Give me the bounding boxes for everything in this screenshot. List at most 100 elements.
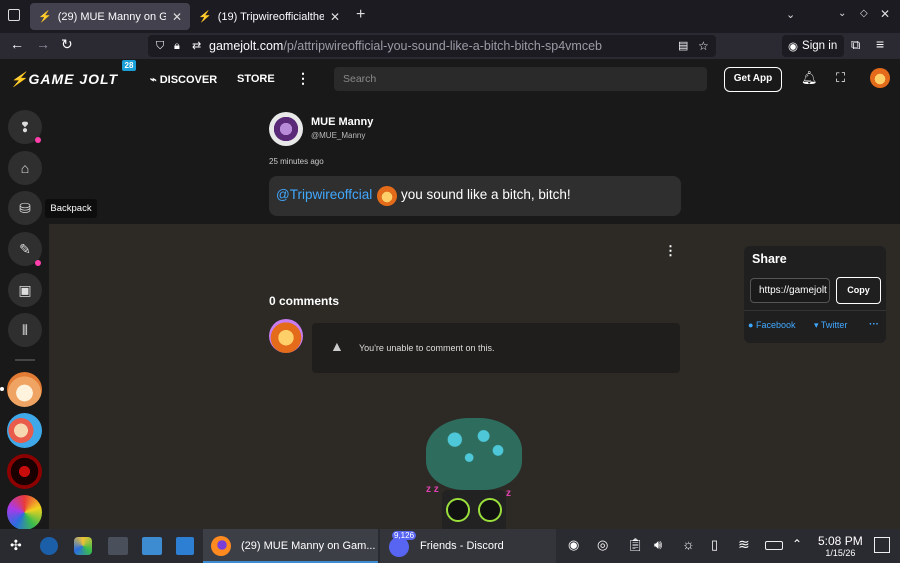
url-host: gamejolt.com	[209, 39, 284, 53]
minimize-icon[interactable]: ⌄	[838, 8, 846, 19]
discover-link[interactable]: ⌁ DISCOVER	[150, 73, 217, 86]
url-bar[interactable]: ⛉ 🔒︎ ⇄ gamejolt.com/p/attripwireofficial…	[148, 35, 716, 57]
lock-icon[interactable]: 🔒︎	[174, 35, 180, 57]
sign-in-label: Sign in	[802, 40, 838, 52]
new-tab-icon[interactable]: +	[356, 6, 365, 24]
clipboard-icon[interactable]: 📋︎	[627, 537, 644, 553]
discord-task[interactable]: 9,126 Friends - Discord	[380, 529, 556, 563]
bell-icon[interactable]: 🔔︎	[801, 70, 818, 86]
close-tab-icon[interactable]: ✕	[172, 10, 182, 24]
show-desktop-icon[interactable]	[874, 537, 890, 553]
tray-expand-icon[interactable]: ⌃	[792, 537, 802, 551]
discord-tray-icon[interactable]: ◉	[568, 537, 579, 553]
account-icon: ◉	[788, 41, 799, 53]
search-input[interactable]: Search	[334, 67, 707, 91]
reload-icon[interactable]: ↻	[61, 36, 73, 53]
notification-dot	[35, 137, 41, 143]
library-button[interactable]: ⦀	[8, 313, 42, 347]
firefox-task-label: (29) MUE Manny on Gam...	[241, 540, 376, 552]
my-avatar[interactable]	[269, 319, 303, 353]
tab-mue-manny[interactable]: ⚡ (29) MUE Manny on Gam ✕	[30, 3, 190, 30]
more-share-button[interactable]: ···	[869, 319, 879, 330]
backpack-button[interactable]: ⛁	[8, 191, 42, 225]
sign-in-button[interactable]: ◉ Sign in	[782, 35, 844, 57]
share-url-input[interactable]: https://gamejolt	[750, 278, 830, 303]
shield-icon[interactable]: ⛉	[156, 35, 164, 57]
tree-trunk	[442, 490, 506, 529]
browser-nav-bar: ← → ↻ ⛉ 🔒︎ ⇄ gamejolt.com/p/attripwireof…	[0, 33, 900, 59]
close-tab-icon[interactable]: ✕	[330, 10, 340, 24]
brightness-icon[interactable]: ☼	[682, 536, 695, 552]
compass-icon: ⌁	[150, 74, 157, 86]
chat-button[interactable]: ▣	[8, 273, 42, 307]
gamejolt-logo[interactable]: ⚡GAME JOLT	[10, 71, 118, 88]
reader-view-icon[interactable]: ▤	[678, 35, 688, 57]
user-avatar[interactable]	[870, 68, 890, 88]
wifi-icon[interactable]: ≋	[738, 536, 750, 553]
tab-title: (29) MUE Manny on Gam	[57, 10, 166, 23]
software-center-icon[interactable]	[74, 537, 92, 555]
discord-task-label: Friends - Discord	[420, 540, 504, 552]
twitter-label: Twitter	[820, 320, 848, 330]
facebook-share-button[interactable]: ● Facebook	[748, 320, 795, 330]
sidebar-divider	[15, 359, 35, 361]
facebook-icon: ●	[748, 320, 754, 330]
back-icon[interactable]: ←	[10, 36, 24, 52]
sleep-z-right: z	[506, 488, 511, 499]
firefox-task[interactable]: (29) MUE Manny on Gam...	[203, 529, 378, 563]
close-window-icon[interactable]: ✕	[880, 7, 890, 21]
steam-tray-icon[interactable]: ◎	[597, 537, 608, 553]
more-icon[interactable]: ⋮	[296, 70, 310, 87]
extensions-icon[interactable]: ⧉	[851, 37, 860, 53]
clock[interactable]: 5:08 PM 1/15/26	[818, 534, 863, 558]
friends-icon[interactable]: ⛶	[836, 70, 845, 86]
app-launcher-icon[interactable]: ✣	[10, 537, 22, 554]
community-avatar-3[interactable]	[7, 454, 42, 489]
left-sidebar: ❢ ⌂ ⛁ ✎ ▣ ⦀	[0, 99, 49, 530]
share-url-value: https://gamejolt	[759, 285, 827, 296]
author-avatar[interactable]	[269, 112, 303, 146]
system-settings-icon[interactable]	[108, 537, 128, 555]
clock-time: 5:08 PM	[818, 534, 863, 548]
share-title: Share	[752, 252, 787, 266]
permissions-icon[interactable]: ⇄	[192, 35, 201, 57]
backpack-tooltip: Backpack	[45, 199, 97, 218]
copy-button[interactable]: Copy	[836, 277, 881, 304]
forward-icon[interactable]: →	[36, 36, 50, 52]
firefox-icon	[211, 536, 231, 556]
community-avatar-4[interactable]	[7, 495, 42, 530]
author-handle[interactable]: @MUE_Manny	[311, 131, 365, 140]
backpack-icon: ⛁	[19, 199, 31, 216]
mention-link[interactable]: @Tripwireoffcial	[276, 187, 372, 202]
discord-icon	[389, 537, 409, 557]
twitter-share-button[interactable]: ▾ Twitter	[814, 320, 847, 331]
url-text: gamejolt.com/p/attripwireofficial-you-so…	[209, 35, 602, 57]
tab-list-icon[interactable]	[8, 9, 20, 21]
steam-icon[interactable]	[40, 537, 58, 555]
discover-label: DISCOVER	[159, 74, 218, 86]
volume-icon[interactable]: 🔊︎	[654, 537, 662, 553]
chevron-down-icon[interactable]: ⌄	[786, 8, 795, 21]
search-placeholder: Search	[343, 73, 377, 85]
tab-tripwire[interactable]: ⚡ (19) Tripwireofficialthehe ✕	[190, 3, 348, 30]
post-options-icon[interactable]: ⋮	[664, 243, 677, 259]
menu-icon[interactable]: ≡	[876, 36, 884, 52]
sleeping-mascot-illustration: z z z	[420, 414, 528, 529]
community-avatar-1[interactable]	[7, 372, 42, 407]
store-icon[interactable]	[176, 537, 194, 555]
community-avatar-2[interactable]	[7, 413, 42, 448]
battery-icon[interactable]	[765, 541, 783, 550]
shop-button[interactable]: ⌂	[8, 151, 42, 185]
maximize-icon[interactable]: ◇	[860, 8, 868, 19]
author-name[interactable]: MUE Manny	[311, 116, 373, 128]
notes-icon[interactable]: ▯	[711, 537, 718, 553]
store-link[interactable]: STORE	[237, 73, 275, 85]
disabled-message: You're unable to comment on this.	[359, 343, 495, 353]
file-manager-icon[interactable]	[142, 537, 162, 555]
bookmark-star-icon[interactable]: ☆	[698, 35, 709, 57]
creature-right	[478, 498, 502, 522]
comment-disabled-box: ▲ You're unable to comment on this.	[312, 323, 680, 373]
get-app-button[interactable]: Get App	[724, 67, 782, 92]
facebook-label: Facebook	[755, 320, 796, 330]
discord-badge: 9,126	[392, 531, 417, 540]
